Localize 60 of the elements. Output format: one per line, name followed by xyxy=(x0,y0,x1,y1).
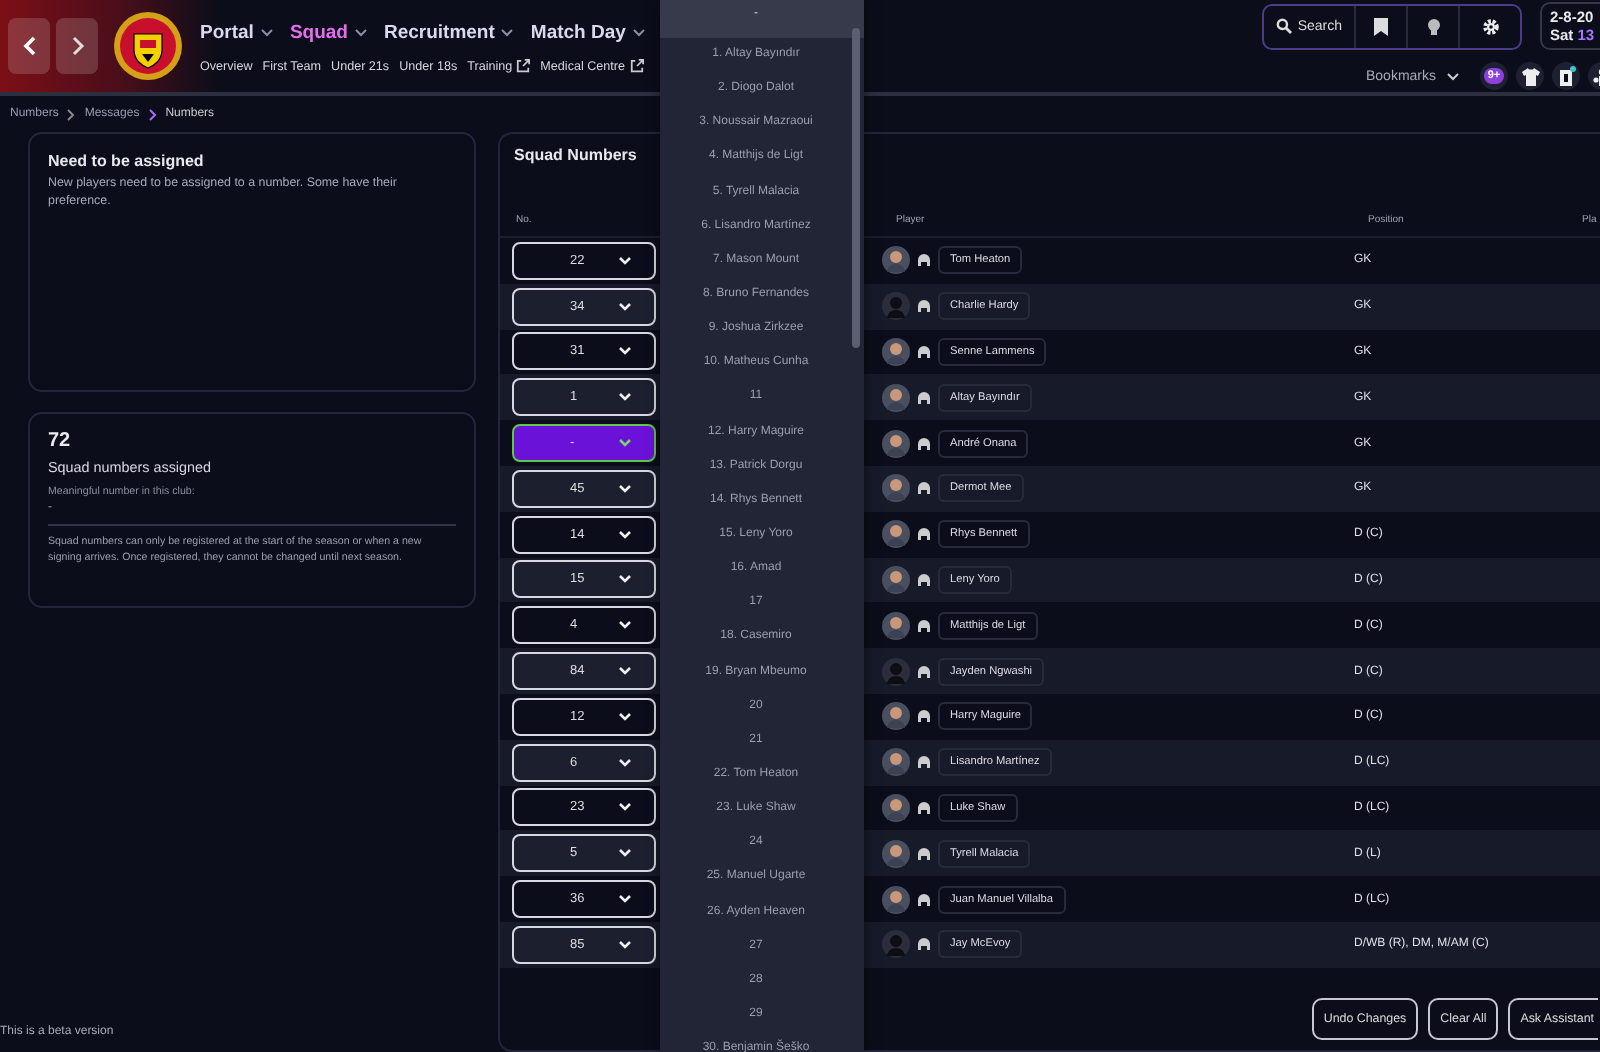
lightbulb-icon xyxy=(1425,17,1441,35)
caret-icon xyxy=(618,802,632,813)
caret-icon xyxy=(618,848,632,859)
person-icon xyxy=(918,482,930,495)
nav-tab[interactable]: Portal xyxy=(200,22,254,44)
person-icon xyxy=(918,573,930,586)
panel-title: Need to be assigned xyxy=(48,152,206,170)
chevron-left-icon xyxy=(21,36,37,56)
caret-icon xyxy=(618,620,632,631)
person-icon xyxy=(918,391,930,404)
scrollbar-thumb[interactable] xyxy=(852,28,860,348)
settings-icon xyxy=(1481,17,1499,35)
person-icon xyxy=(918,254,930,267)
chevron-right-icon xyxy=(69,36,85,56)
clipboard-icon xyxy=(1557,66,1575,86)
caret-icon xyxy=(500,28,515,38)
person-icon xyxy=(918,619,930,632)
caret-icon xyxy=(618,392,632,403)
assigned-count: 72 xyxy=(48,430,73,452)
person-icon xyxy=(918,437,930,450)
person-icon xyxy=(918,893,930,906)
nav-tab[interactable]: Squad xyxy=(289,22,348,44)
caret-icon xyxy=(618,301,632,312)
person-icon xyxy=(918,801,930,814)
person-icon xyxy=(918,938,930,951)
shirt-icon xyxy=(1521,67,1539,85)
chevron-icon xyxy=(147,107,158,121)
person-icon xyxy=(918,710,930,723)
back-button[interactable] xyxy=(8,18,50,74)
caret-icon xyxy=(618,574,632,585)
forward-button[interactable] xyxy=(56,18,98,74)
caret-icon xyxy=(618,939,632,950)
caret-icon xyxy=(618,711,632,722)
caret-icon xyxy=(618,346,632,357)
caret-icon xyxy=(618,757,632,768)
bookmark-icon xyxy=(1374,17,1388,35)
caret-icon xyxy=(259,28,274,38)
crest-icon xyxy=(112,10,184,82)
clipboard-button[interactable] xyxy=(1552,62,1580,90)
panel-title: Squad Numbers xyxy=(514,146,637,164)
caret-icon xyxy=(618,255,632,266)
search-icon xyxy=(1275,18,1292,34)
person-icon xyxy=(918,756,930,769)
nav-tab[interactable]: Recruitment xyxy=(383,22,495,44)
caret-icon xyxy=(618,666,632,677)
caret-icon xyxy=(631,28,646,38)
caret-icon xyxy=(618,894,632,905)
caret-icon xyxy=(618,438,632,449)
nav-tab[interactable]: Match Day xyxy=(530,22,626,44)
caret-icon xyxy=(1446,71,1460,81)
person-icon xyxy=(918,847,930,860)
caret-icon xyxy=(618,529,632,540)
caret-icon xyxy=(618,483,632,494)
person-icon xyxy=(918,665,930,678)
person-icon xyxy=(918,528,930,541)
chevron-icon xyxy=(66,107,77,121)
person-icon xyxy=(918,300,930,313)
shirt-button[interactable] xyxy=(1516,62,1544,90)
person-icon xyxy=(918,345,930,358)
caret-icon xyxy=(353,28,368,38)
